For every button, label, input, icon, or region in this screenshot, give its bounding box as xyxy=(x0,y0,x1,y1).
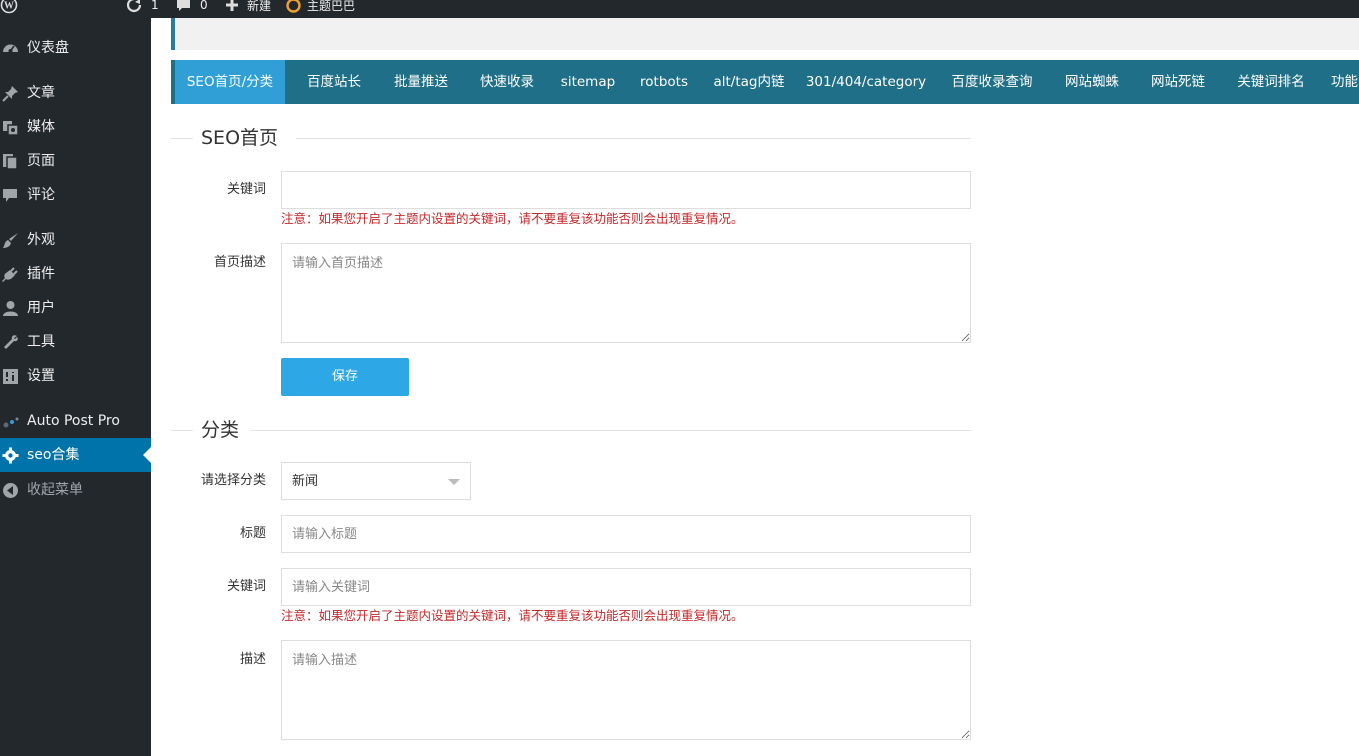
category-description-label: 描述 xyxy=(239,652,266,667)
sidebar-item-seo-collection[interactable]: seo合集 xyxy=(0,438,151,472)
site-link[interactable]: 主题巴巴 xyxy=(286,0,355,14)
section-title-seo-home: SEO首页 xyxy=(201,127,279,149)
save-button[interactable]: 保存 xyxy=(281,358,409,396)
media-icon xyxy=(3,121,19,136)
tab-alt-tag-links[interactable]: alt/tag内链 xyxy=(707,60,791,104)
updates-link[interactable]: 1 xyxy=(126,0,159,14)
tab-fast-indexing[interactable]: 快速收录 xyxy=(467,60,547,104)
settings-icon xyxy=(3,369,18,384)
wrench-icon xyxy=(4,335,18,349)
site-icon xyxy=(286,0,301,13)
pin-icon xyxy=(2,86,18,102)
home-description-textarea[interactable] xyxy=(281,243,971,343)
category-title-input[interactable] xyxy=(281,515,971,553)
comment-icon xyxy=(3,189,17,202)
tab-baidu-webmaster[interactable]: 百度站长 xyxy=(294,60,374,104)
collapse-icon xyxy=(3,483,18,498)
section-divider xyxy=(296,138,971,139)
tab-baidu-index-query[interactable]: 百度收录查询 xyxy=(941,60,1043,104)
category-title-label: 标题 xyxy=(239,526,266,541)
plus-icon xyxy=(226,0,238,11)
tab-301-404-category[interactable]: 301/404/category xyxy=(805,60,927,104)
dashboard-icon xyxy=(3,44,18,53)
sidebar-item-users[interactable]: 用户 xyxy=(0,291,151,325)
section-divider xyxy=(171,430,193,431)
admin-bar: W 1 0 新建 主题巴巴 xyxy=(0,0,1359,18)
new-label: 新建 xyxy=(247,0,272,13)
tab-seo-home-category[interactable]: SEO首页/分类 xyxy=(175,60,285,104)
keywords-notice: 注意：如果您开启了主题内设置的关键词，请不要重复该功能否则会出现重复情况。 xyxy=(281,211,744,226)
category-keywords-label: 关键词 xyxy=(226,579,266,594)
tab-site-spider[interactable]: 网站蜘蛛 xyxy=(1055,60,1129,104)
category-keywords-input[interactable] xyxy=(281,568,971,606)
sidebar-item-appearance[interactable]: 外观 xyxy=(0,223,151,257)
category-keywords-notice: 注意：如果您开启了主题内设置的关键词，请不要重复该功能否则会出现重复情况。 xyxy=(281,608,744,623)
tab-dead-links[interactable]: 网站死链 xyxy=(1141,60,1215,104)
site-label: 主题巴巴 xyxy=(307,0,356,13)
home-description-label: 首页描述 xyxy=(213,255,266,270)
tab-batch-push[interactable]: 批量推送 xyxy=(381,60,461,104)
category-description-textarea[interactable] xyxy=(281,640,971,740)
chevron-down-icon xyxy=(448,479,460,485)
sidebar-item-comments[interactable]: 评论 xyxy=(0,178,151,212)
gear-icon xyxy=(2,447,19,464)
section-divider xyxy=(250,430,971,431)
tab-features[interactable]: 功能 xyxy=(1331,60,1359,104)
user-icon xyxy=(3,301,18,316)
admin-sidebar: 仪表盘 文章 媒体 页面 评论 外观 插件 用户 工具 设置 Auto Post… xyxy=(0,18,151,756)
keywords-label: 关键词 xyxy=(226,182,266,197)
home-keywords-input[interactable] xyxy=(281,171,971,209)
comment-bubble-icon xyxy=(177,0,190,11)
sidebar-item-pages[interactable]: 页面 xyxy=(0,144,151,178)
sidebar-collapse-menu[interactable]: 收起菜单 xyxy=(0,473,151,507)
wordpress-logo-icon[interactable]: W xyxy=(0,0,18,14)
sidebar-item-posts[interactable]: 文章 xyxy=(0,76,151,110)
auto-post-icon xyxy=(3,417,19,428)
sidebar-item-tools[interactable]: 工具 xyxy=(0,325,151,359)
sidebar-item-dashboard[interactable]: 仪表盘 xyxy=(0,31,151,65)
tab-bar: SEO首页/分类 百度站长 批量推送 快速收录 sitemap rotbots … xyxy=(171,60,1359,104)
new-content-link[interactable]: 新建 xyxy=(225,0,271,14)
svg-text:W: W xyxy=(4,1,14,12)
sidebar-item-auto-post-pro[interactable]: Auto Post Pro xyxy=(0,404,151,438)
updates-count: 1 xyxy=(151,0,159,12)
tab-robots[interactable]: rotbots xyxy=(633,60,695,104)
section-title-category: 分类 xyxy=(201,419,240,441)
sidebar-item-settings[interactable]: 设置 xyxy=(0,359,151,393)
plugin-icon xyxy=(2,267,18,282)
category-select[interactable]: 新闻 xyxy=(281,462,471,500)
notice-strip xyxy=(171,18,1359,50)
section-divider xyxy=(171,138,193,139)
brush-icon xyxy=(3,233,18,248)
tab-sitemap[interactable]: sitemap xyxy=(553,60,623,104)
sidebar-item-plugins[interactable]: 插件 xyxy=(0,257,151,291)
tab-keyword-ranking[interactable]: 关键词排名 xyxy=(1227,60,1315,104)
page-icon xyxy=(3,154,18,170)
refresh-icon xyxy=(126,0,142,13)
sidebar-item-media[interactable]: 媒体 xyxy=(0,110,151,144)
category-select-label: 请选择分类 xyxy=(200,473,266,488)
category-select-value: 新闻 xyxy=(292,474,319,489)
comments-count: 0 xyxy=(200,0,208,12)
comments-link[interactable]: 0 xyxy=(176,0,208,14)
